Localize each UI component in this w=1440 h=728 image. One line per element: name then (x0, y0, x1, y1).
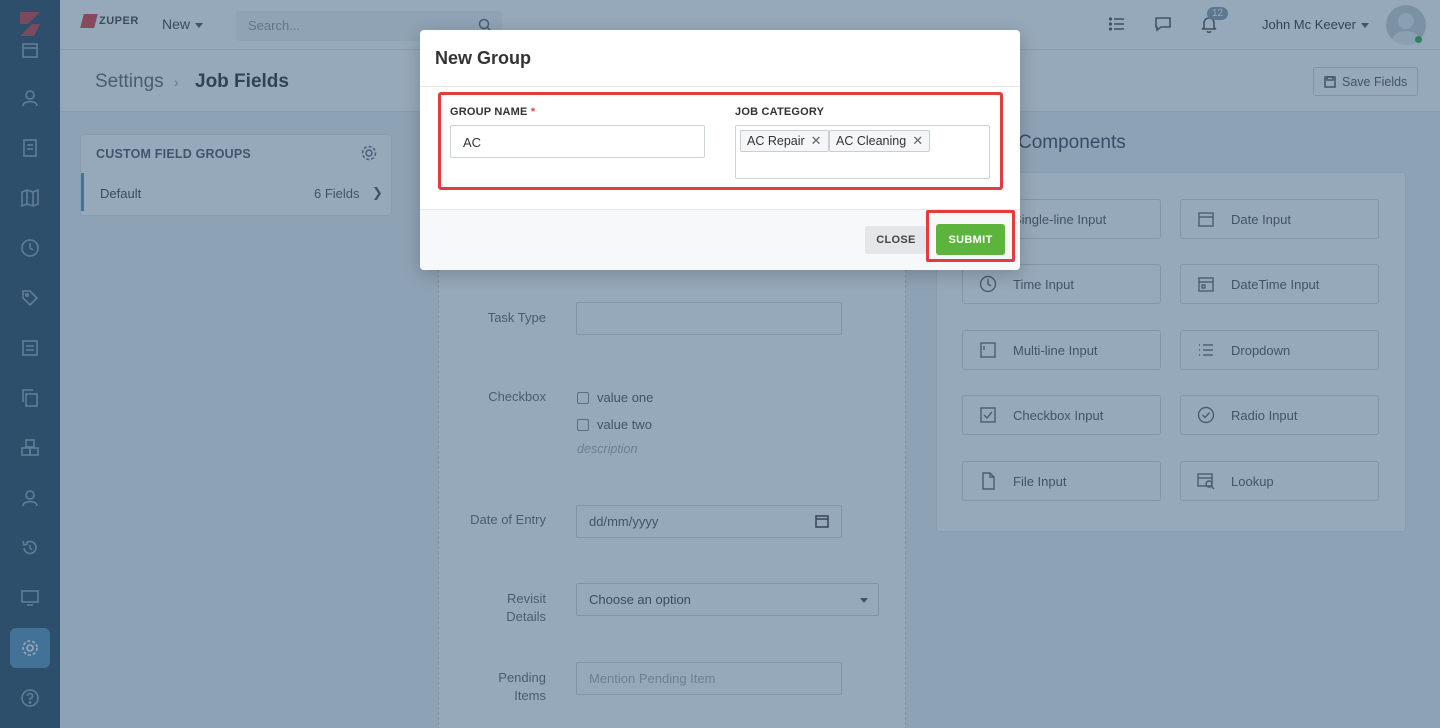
highlight-box-fields (438, 92, 1003, 190)
modal-title: New Group (435, 48, 532, 68)
modal-divider (420, 86, 1020, 87)
highlight-box-submit (926, 210, 1015, 262)
close-button-label: CLOSE (876, 234, 916, 246)
new-group-modal: New Group GROUP NAME * AC JOB CATEGORY A… (420, 30, 1020, 270)
close-button[interactable]: CLOSE (865, 226, 927, 254)
